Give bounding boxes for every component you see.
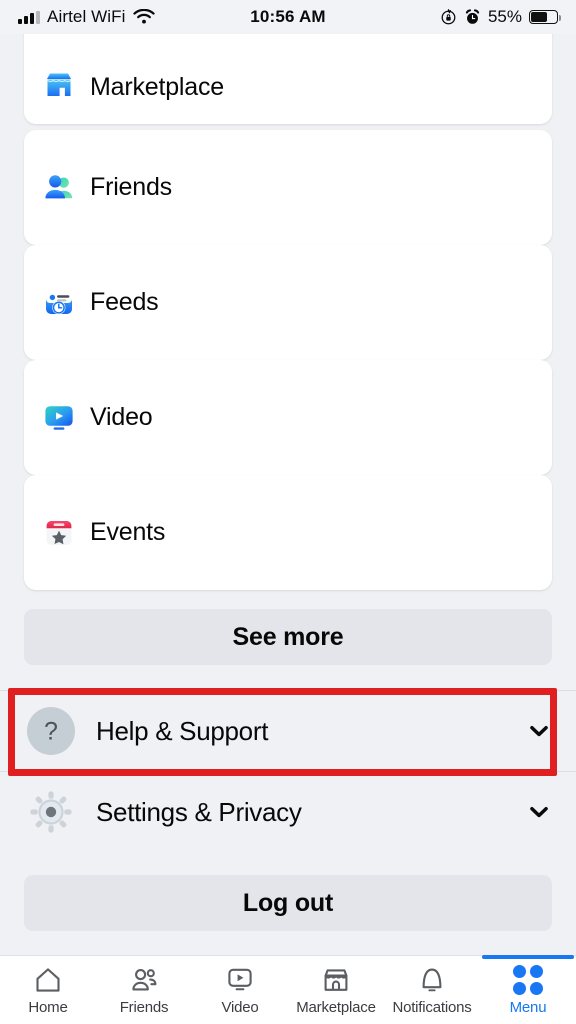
friends-people-icon <box>42 171 76 205</box>
bottom-tab-bar: Home Friends Video Marketplace Notificat… <box>0 955 576 1024</box>
shortcut-label: Feeds <box>90 288 159 316</box>
marketplace-icon <box>324 968 348 991</box>
active-tab-indicator <box>482 955 574 959</box>
tab-video[interactable]: Video <box>192 956 288 1024</box>
shortcut-card-video[interactable]: Video <box>24 360 552 475</box>
shortcut-label: Marketplace <box>90 73 224 101</box>
facebook-menu-screen: Airtel WiFi 10:56 AM 55% Marketplace Fri… <box>0 0 576 1024</box>
tab-label: Friends <box>119 998 169 1016</box>
bell-icon <box>422 968 442 991</box>
question-mark-circle-icon: ? <box>27 707 75 755</box>
video-play-icon <box>42 401 76 435</box>
menu-row-label: Help & Support <box>96 715 269 746</box>
gear-icon <box>27 788 75 836</box>
video-icon <box>228 968 252 990</box>
feeds-clock-icon <box>42 286 76 320</box>
tab-label: Video <box>221 998 259 1016</box>
see-more-label: See more <box>232 622 344 651</box>
status-bar-center: 10:56 AM <box>250 7 326 27</box>
chevron-down-icon[interactable] <box>526 718 552 744</box>
menu-row-help-and-support[interactable]: ? Help & Support <box>0 691 576 771</box>
shortcut-label: Video <box>90 403 153 431</box>
marketplace-storefront-icon <box>42 68 76 102</box>
tab-home[interactable]: Home <box>0 956 96 1024</box>
log-out-button[interactable]: Log out <box>24 875 552 931</box>
menu-row-label: Settings & Privacy <box>96 796 302 827</box>
tab-menu[interactable]: Menu <box>480 955 576 1024</box>
signal-bars-icon <box>18 10 40 24</box>
svg-text:?: ? <box>44 718 58 746</box>
tab-marketplace[interactable]: Marketplace <box>288 956 384 1024</box>
shortcut-card-friends[interactable]: Friends <box>24 130 552 245</box>
battery-icon <box>529 10 562 24</box>
menu-grid-icon <box>513 964 543 995</box>
see-more-button[interactable]: See more <box>24 609 552 665</box>
tab-label: Menu <box>509 998 547 1016</box>
battery-percent-label: 55% <box>487 7 522 26</box>
wifi-icon <box>132 8 155 24</box>
home-icon <box>36 967 60 992</box>
chevron-down-icon[interactable] <box>526 799 552 825</box>
rotation-lock-icon <box>441 8 456 24</box>
clock-label: 10:56 AM <box>250 7 326 26</box>
tab-label: Marketplace <box>296 998 376 1016</box>
carrier-label: Airtel WiFi <box>47 7 126 26</box>
friends-icon <box>132 968 157 990</box>
status-bar: Airtel WiFi 10:56 AM 55% <box>0 0 576 34</box>
alarm-clock-icon <box>465 8 480 24</box>
tab-label: Home <box>28 998 68 1016</box>
shortcut-card-events[interactable]: Events <box>24 475 552 590</box>
menu-scroll-area[interactable]: Marketplace Friends Feeds Video Events S… <box>0 12 576 955</box>
tab-notifications[interactable]: Notifications <box>384 956 480 1024</box>
menu-row-settings-and-privacy[interactable]: Settings & Privacy <box>0 772 576 852</box>
tab-label: Notifications <box>392 998 472 1016</box>
tab-friends[interactable]: Friends <box>96 956 192 1024</box>
status-bar-left: Airtel WiFi <box>18 7 250 27</box>
status-bar-right: 55% <box>326 7 562 27</box>
log-out-label: Log out <box>242 888 334 917</box>
events-calendar-star-icon <box>42 516 76 550</box>
shortcut-label: Friends <box>90 173 172 201</box>
shortcut-card-feeds[interactable]: Feeds <box>24 245 552 360</box>
shortcut-label: Events <box>90 518 166 546</box>
